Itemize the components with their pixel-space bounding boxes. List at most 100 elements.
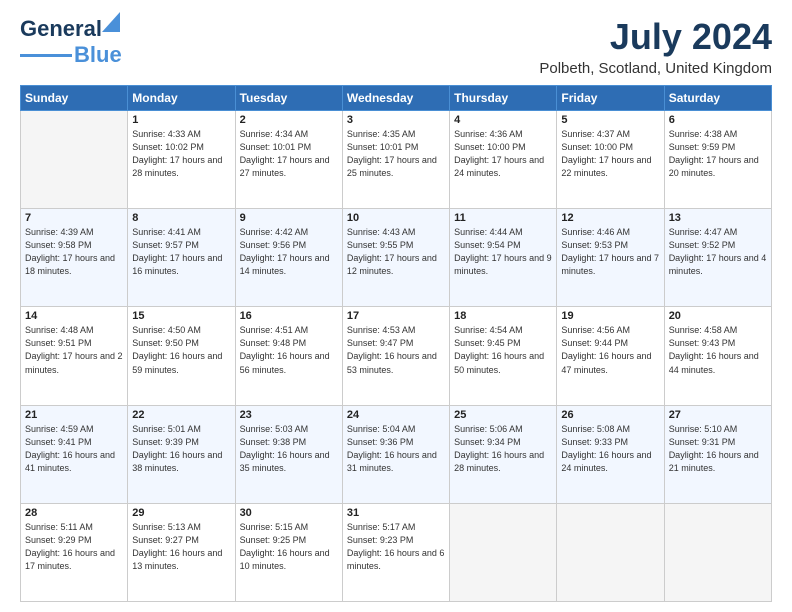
day-number: 10 [347,212,445,224]
day-info: Sunrise: 4:58 AMSunset: 9:43 PMDaylight:… [669,324,767,376]
day-info: Sunrise: 4:54 AMSunset: 9:45 PMDaylight:… [454,324,552,376]
table-row: 25 Sunrise: 5:06 AMSunset: 9:34 PMDayligh… [450,405,557,503]
table-row: 26 Sunrise: 5:08 AMSunset: 9:33 PMDayligh… [557,405,664,503]
calendar-week-row: 21 Sunrise: 4:59 AMSunset: 9:41 PMDayligh… [21,405,772,503]
day-info: Sunrise: 4:59 AMSunset: 9:41 PMDaylight:… [25,423,123,475]
calendar-week-row: 28 Sunrise: 5:11 AMSunset: 9:29 PMDayligh… [21,503,772,601]
day-number: 7 [25,212,123,224]
day-info: Sunrise: 4:39 AMSunset: 9:58 PMDaylight:… [25,226,123,278]
day-info: Sunrise: 5:11 AMSunset: 9:29 PMDaylight:… [25,521,123,573]
day-number: 31 [347,507,445,519]
table-row: 15 Sunrise: 4:50 AMSunset: 9:50 PMDayligh… [128,307,235,405]
logo-line [20,54,72,57]
table-row: 14 Sunrise: 4:48 AMSunset: 9:51 PMDayligh… [21,307,128,405]
month-title: July 2024 [539,16,772,58]
logo: General Blue [20,16,122,68]
location: Polbeth, Scotland, United Kingdom [539,60,772,77]
table-row: 5 Sunrise: 4:37 AMSunset: 10:00 PMDayligh… [557,111,664,209]
day-info: Sunrise: 4:41 AMSunset: 9:57 PMDaylight:… [132,226,230,278]
day-number: 13 [669,212,767,224]
day-info: Sunrise: 5:10 AMSunset: 9:31 PMDaylight:… [669,423,767,475]
day-info: Sunrise: 4:46 AMSunset: 9:53 PMDaylight:… [561,226,659,278]
day-number: 17 [347,310,445,322]
calendar-table: Sunday Monday Tuesday Wednesday Thursday… [20,85,772,602]
day-info: Sunrise: 4:56 AMSunset: 9:44 PMDaylight:… [561,324,659,376]
day-info: Sunrise: 5:01 AMSunset: 9:39 PMDaylight:… [132,423,230,475]
table-row [664,503,771,601]
table-row: 30 Sunrise: 5:15 AMSunset: 9:25 PMDayligh… [235,503,342,601]
table-row: 13Sunrise: 4:47 AMSunset: 9:52 PMDayligh… [664,209,771,307]
table-row: 17 Sunrise: 4:53 AMSunset: 9:47 PMDayligh… [342,307,449,405]
table-row: 18 Sunrise: 4:54 AMSunset: 9:45 PMDayligh… [450,307,557,405]
day-info: Sunrise: 4:42 AMSunset: 9:56 PMDaylight:… [240,226,338,278]
day-number: 2 [240,114,338,126]
col-wednesday: Wednesday [342,86,449,111]
day-info: Sunrise: 5:06 AMSunset: 9:34 PMDaylight:… [454,423,552,475]
table-row: 6Sunrise: 4:38 AMSunset: 9:59 PMDaylight… [664,111,771,209]
day-number: 12 [561,212,659,224]
table-row: 29 Sunrise: 5:13 AMSunset: 9:27 PMDayligh… [128,503,235,601]
table-row [557,503,664,601]
header: General Blue July 2024 Polbeth, Scotland… [20,16,772,77]
day-number: 22 [132,409,230,421]
day-number: 25 [454,409,552,421]
table-row: 28 Sunrise: 5:11 AMSunset: 9:29 PMDayligh… [21,503,128,601]
table-row: 9Sunrise: 4:42 AMSunset: 9:56 PMDaylight… [235,209,342,307]
logo-triangle-icon [102,12,120,32]
day-info: Sunrise: 5:03 AMSunset: 9:38 PMDaylight:… [240,423,338,475]
day-info: Sunrise: 5:13 AMSunset: 9:27 PMDaylight:… [132,521,230,573]
day-info: Sunrise: 4:33 AMSunset: 10:02 PMDaylight… [132,128,230,180]
calendar-week-row: 14 Sunrise: 4:48 AMSunset: 9:51 PMDayligh… [21,307,772,405]
table-row: 19Sunrise: 4:56 AMSunset: 9:44 PMDayligh… [557,307,664,405]
day-info: Sunrise: 5:04 AMSunset: 9:36 PMDaylight:… [347,423,445,475]
col-friday: Friday [557,86,664,111]
logo-general: General [20,16,102,41]
day-info: Sunrise: 4:37 AMSunset: 10:00 PMDaylight… [561,128,659,180]
day-info: Sunrise: 4:50 AMSunset: 9:50 PMDaylight:… [132,324,230,376]
day-info: Sunrise: 4:53 AMSunset: 9:47 PMDaylight:… [347,324,445,376]
day-number: 18 [454,310,552,322]
table-row: 12 Sunrise: 4:46 AMSunset: 9:53 PMDayligh… [557,209,664,307]
day-number: 20 [669,310,767,322]
day-number: 21 [25,409,123,421]
col-sunday: Sunday [21,86,128,111]
day-number: 30 [240,507,338,519]
table-row: 24 Sunrise: 5:04 AMSunset: 9:36 PMDayligh… [342,405,449,503]
table-row: 20 Sunrise: 4:58 AMSunset: 9:43 PMDayligh… [664,307,771,405]
day-info: Sunrise: 4:51 AMSunset: 9:48 PMDaylight:… [240,324,338,376]
table-row: 2 Sunrise: 4:34 AMSunset: 10:01 PMDayligh… [235,111,342,209]
table-row [450,503,557,601]
day-number: 1 [132,114,230,126]
day-info: Sunrise: 4:34 AMSunset: 10:01 PMDaylight… [240,128,338,180]
day-number: 16 [240,310,338,322]
day-info: Sunrise: 4:48 AMSunset: 9:51 PMDaylight:… [25,324,123,376]
col-tuesday: Tuesday [235,86,342,111]
day-number: 8 [132,212,230,224]
day-number: 6 [669,114,767,126]
calendar-header-row: Sunday Monday Tuesday Wednesday Thursday… [21,86,772,111]
table-row: 8 Sunrise: 4:41 AMSunset: 9:57 PMDaylight… [128,209,235,307]
table-row: 11Sunrise: 4:44 AMSunset: 9:54 PMDayligh… [450,209,557,307]
day-info: Sunrise: 5:17 AMSunset: 9:23 PMDaylight:… [347,521,445,573]
page: General Blue July 2024 Polbeth, Scotland… [0,0,792,612]
col-thursday: Thursday [450,86,557,111]
logo-blue: Blue [74,42,122,68]
day-number: 26 [561,409,659,421]
table-row: 1 Sunrise: 4:33 AMSunset: 10:02 PMDayligh… [128,111,235,209]
day-info: Sunrise: 4:44 AMSunset: 9:54 PMDaylight:… [454,226,552,278]
day-number: 15 [132,310,230,322]
table-row: 16 Sunrise: 4:51 AMSunset: 9:48 PMDayligh… [235,307,342,405]
table-row: 7 Sunrise: 4:39 AMSunset: 9:58 PMDaylight… [21,209,128,307]
day-number: 24 [347,409,445,421]
day-number: 28 [25,507,123,519]
day-number: 5 [561,114,659,126]
calendar-week-row: 7 Sunrise: 4:39 AMSunset: 9:58 PMDaylight… [21,209,772,307]
day-info: Sunrise: 5:15 AMSunset: 9:25 PMDaylight:… [240,521,338,573]
day-info: Sunrise: 5:08 AMSunset: 9:33 PMDaylight:… [561,423,659,475]
table-row: 31 Sunrise: 5:17 AMSunset: 9:23 PMDayligh… [342,503,449,601]
day-number: 14 [25,310,123,322]
table-row: 21 Sunrise: 4:59 AMSunset: 9:41 PMDayligh… [21,405,128,503]
day-number: 29 [132,507,230,519]
day-number: 27 [669,409,767,421]
title-area: July 2024 Polbeth, Scotland, United King… [539,16,772,77]
